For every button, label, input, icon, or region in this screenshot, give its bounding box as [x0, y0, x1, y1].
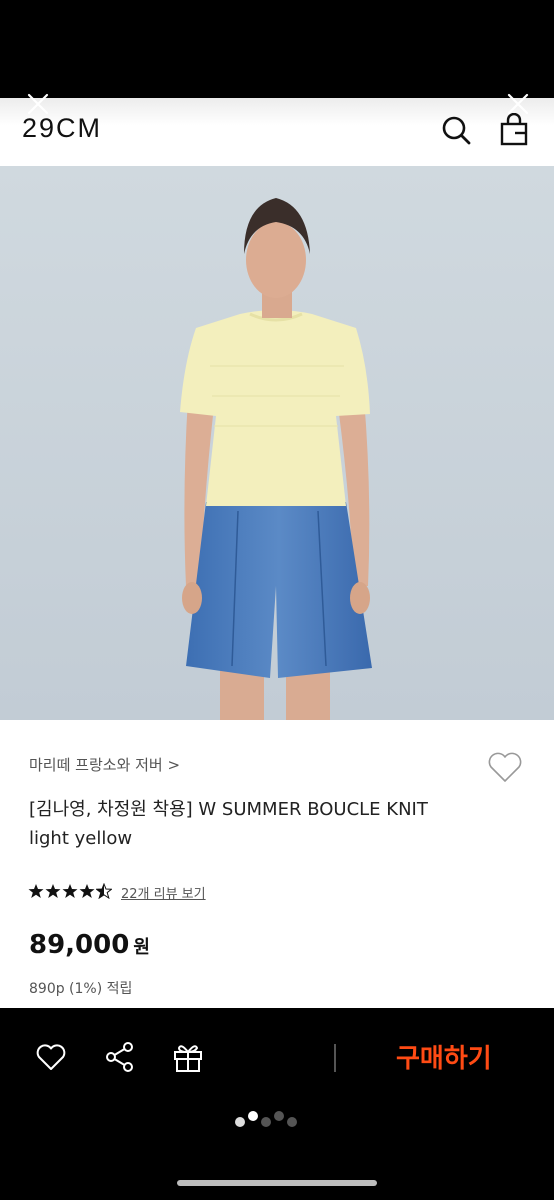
carousel-dot[interactable] — [261, 1117, 271, 1127]
product-photo-illustration — [0, 166, 554, 720]
reward-points: 890p (1%) 적립 — [29, 981, 133, 997]
search-icon[interactable] — [440, 113, 472, 147]
carousel-indicator[interactable] — [234, 1110, 324, 1130]
bottom-action-bar — [0, 1008, 554, 1200]
price: 89,000 원 — [29, 930, 150, 960]
status-bar-area — [0, 0, 554, 98]
price-unit: 원 — [133, 937, 150, 958]
star-icon — [45, 884, 61, 898]
product-title: [김나영, 차정원 착용] W SUMMER BOUCLE KNIT — [29, 799, 428, 820]
carousel-dot[interactable] — [287, 1117, 297, 1127]
star-icon — [28, 884, 44, 898]
brand-link[interactable]: 마리떼 프랑소와 저버 > — [29, 754, 180, 775]
divider — [334, 1044, 336, 1072]
carousel-dot[interactable] — [248, 1111, 258, 1121]
review-link[interactable]: 22개 리뷰 보기 — [121, 883, 206, 902]
share-icon[interactable] — [103, 1040, 137, 1074]
gift-icon[interactable] — [171, 1040, 205, 1074]
star-icon — [79, 884, 95, 898]
star-half-icon — [96, 883, 112, 899]
app-logo[interactable]: 29CM — [22, 113, 102, 144]
heart-icon[interactable] — [486, 748, 524, 786]
carousel-dot[interactable] — [274, 1111, 284, 1121]
home-indicator[interactable] — [177, 1180, 377, 1186]
product-color: light yellow — [29, 828, 133, 849]
shopping-bag-icon[interactable] — [498, 112, 530, 147]
rating-stars — [28, 883, 112, 899]
carousel-dot[interactable] — [235, 1117, 245, 1127]
buy-button[interactable]: 구매하기 — [396, 1038, 492, 1075]
price-value: 89,000 — [29, 930, 130, 960]
heart-icon[interactable] — [34, 1040, 68, 1074]
star-icon — [62, 884, 78, 898]
product-image[interactable] — [0, 166, 554, 720]
